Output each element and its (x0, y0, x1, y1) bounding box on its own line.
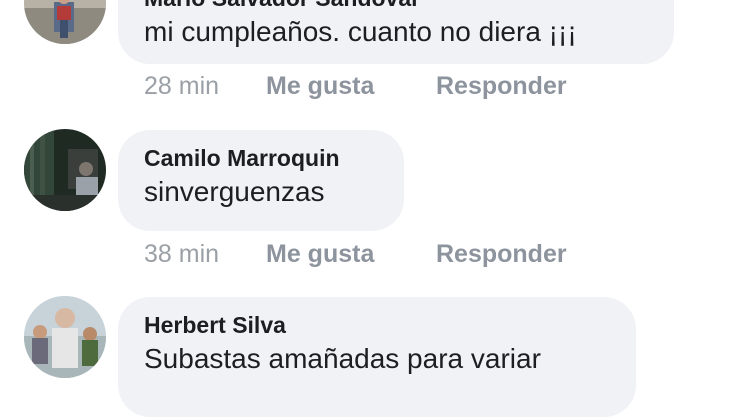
comment-author[interactable]: Mario Salvador Sandoval (144, 0, 648, 12)
comment-time[interactable]: 28 min (144, 72, 266, 101)
comment-text: sinverguenzas (144, 176, 325, 207)
comment-bubble: Camilo Marroquin sinverguenzas (118, 130, 404, 231)
profile-photo (24, 296, 106, 378)
reply-button[interactable]: Responder (436, 240, 567, 269)
like-button[interactable]: Me gusta (266, 240, 436, 269)
comment-bubble: Herbert Silva Subastas amañadas para var… (118, 297, 636, 417)
comment-text: Subastas amañadas para variar (144, 343, 541, 374)
avatar[interactable] (24, 129, 106, 211)
profile-photo (24, 0, 106, 44)
profile-photo (24, 129, 106, 211)
reply-button[interactable]: Responder (436, 72, 567, 101)
comment-actions: 28 min Me gusta Responder (144, 72, 567, 101)
comment-time[interactable]: 38 min (144, 240, 266, 269)
comment-author[interactable]: Herbert Silva (144, 311, 610, 339)
comment-text: mi cumpleaños. cuanto no diera ¡¡¡ (144, 16, 577, 47)
avatar[interactable] (24, 296, 106, 378)
comment-bubble: Mario Salvador Sandoval mi cumpleaños. c… (118, 0, 674, 64)
like-button[interactable]: Me gusta (266, 72, 436, 101)
comment-author[interactable]: Camilo Marroquin (144, 144, 378, 172)
comment-actions: 38 min Me gusta Responder (144, 240, 567, 269)
avatar[interactable] (24, 0, 106, 44)
